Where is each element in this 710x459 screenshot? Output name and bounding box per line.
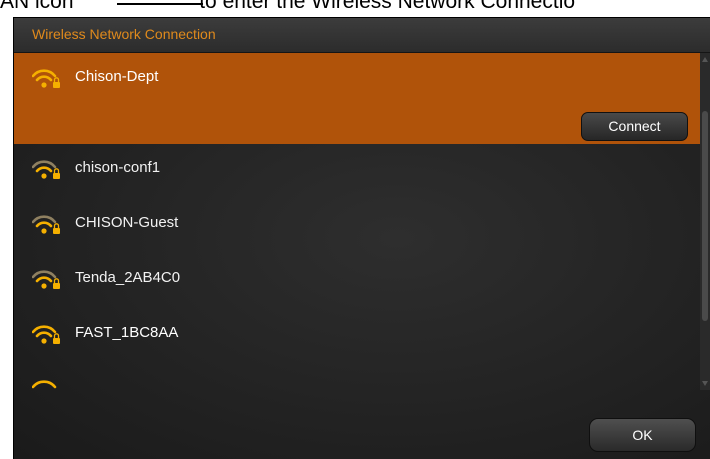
underline-mark	[117, 3, 203, 5]
instruction-text-after: to enter the Wireless Network Connectio	[199, 0, 576, 13]
wifi-lock-icon	[32, 380, 57, 389]
scrollbar-thumb[interactable]	[702, 111, 708, 321]
wifi-lock-icon	[32, 215, 60, 234]
network-ssid: chison-conf1	[75, 159, 161, 176]
wireless-connection-dialog: Wireless Network Connection Chison-Dept …	[13, 17, 710, 459]
network-row-1[interactable]: chison-conf1	[14, 144, 700, 199]
ok-button[interactable]: OK	[589, 418, 696, 452]
network-row-0[interactable]: Chison-Dept Connect	[14, 53, 700, 144]
network-ssid: CHISON-Guest	[75, 214, 179, 231]
network-row-5[interactable]	[14, 364, 700, 390]
wifi-lock-icon	[32, 69, 60, 88]
instruction-text: AN icon to enter the Wireless Network Co…	[0, 0, 710, 13]
connect-button[interactable]: Connect	[581, 112, 688, 141]
wifi-lock-icon	[32, 325, 60, 344]
network-list: Chison-Dept Connect chison-conf1 CHISON-…	[14, 53, 700, 390]
dialog-titlebar: Wireless Network Connection	[14, 18, 710, 53]
scroll-up-icon[interactable]	[702, 57, 708, 62]
network-row-4[interactable]: FAST_1BC8AA	[14, 309, 700, 364]
network-row-3[interactable]: Tenda_2AB4C0	[14, 254, 700, 309]
scroll-down-icon[interactable]	[702, 381, 708, 386]
wifi-lock-icon	[32, 160, 60, 179]
network-ssid: FAST_1BC8AA	[75, 324, 179, 341]
wifi-lock-icon	[32, 270, 60, 289]
network-list-scrollbar[interactable]	[700, 53, 710, 390]
network-ssid: Chison-Dept	[75, 68, 159, 85]
network-row-2[interactable]: CHISON-Guest	[14, 199, 700, 254]
network-ssid: Tenda_2AB4C0	[75, 269, 181, 286]
instruction-text-before: AN icon	[0, 0, 74, 13]
dialog-title: Wireless Network Connection	[32, 26, 216, 42]
